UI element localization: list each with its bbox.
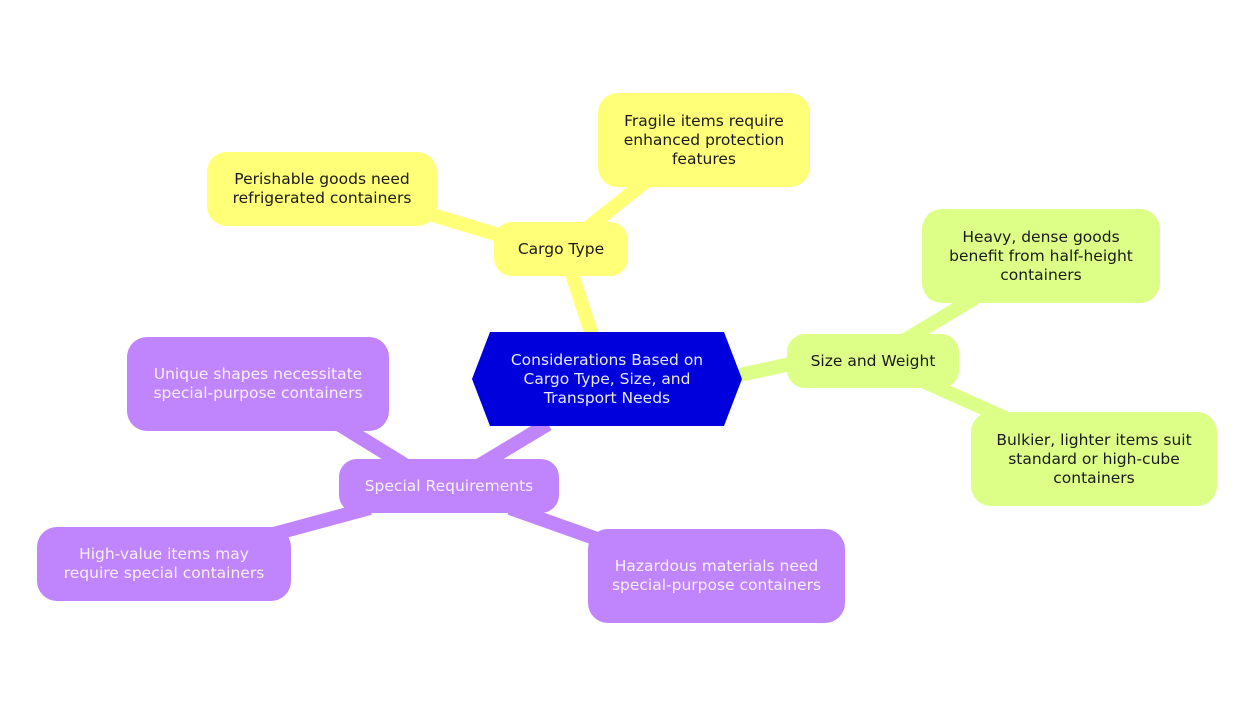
branch-label: Cargo Type — [517, 239, 605, 258]
branch-label: Size and Weight — [810, 351, 936, 370]
leaf-label: Hazardous materials need special-purpose… — [611, 557, 822, 594]
leaf-node-hazardous-materials[interactable]: Hazardous materials need special-purpose… — [588, 529, 845, 623]
leaf-node-heavy-dense-goods[interactable]: Heavy, dense goods benefit from half-hei… — [922, 209, 1160, 303]
leaf-label: Bulkier, lighter items suit standard or … — [996, 430, 1192, 487]
leaf-node-perishable-goods[interactable]: Perishable goods need refrigerated conta… — [207, 152, 437, 226]
leaf-node-bulkier-lighter-items[interactable]: Bulkier, lighter items suit standard or … — [971, 412, 1217, 506]
branch-node-cargo-type[interactable]: Cargo Type — [494, 222, 628, 276]
root-node-label: Considerations Based on Cargo Type, Size… — [510, 350, 704, 407]
leaf-label: Fragile items require enhanced protectio… — [623, 111, 785, 168]
leaf-label: High-value items may require special con… — [63, 545, 265, 582]
leaf-node-fragile-items[interactable]: Fragile items require enhanced protectio… — [598, 93, 810, 187]
root-node[interactable]: Considerations Based on Cargo Type, Size… — [472, 332, 742, 426]
branch-label: Special Requirements — [364, 476, 534, 495]
branch-node-special-requirements[interactable]: Special Requirements — [339, 459, 559, 513]
leaf-node-unique-shapes[interactable]: Unique shapes necessitate special-purpos… — [127, 337, 389, 431]
leaf-label: Heavy, dense goods benefit from half-hei… — [949, 227, 1133, 284]
leaf-label: Perishable goods need refrigerated conta… — [232, 170, 412, 207]
leaf-node-high-value-items[interactable]: High-value items may require special con… — [37, 527, 291, 601]
leaf-label: Unique shapes necessitate special-purpos… — [153, 365, 363, 402]
branch-node-size-weight[interactable]: Size and Weight — [787, 334, 959, 388]
